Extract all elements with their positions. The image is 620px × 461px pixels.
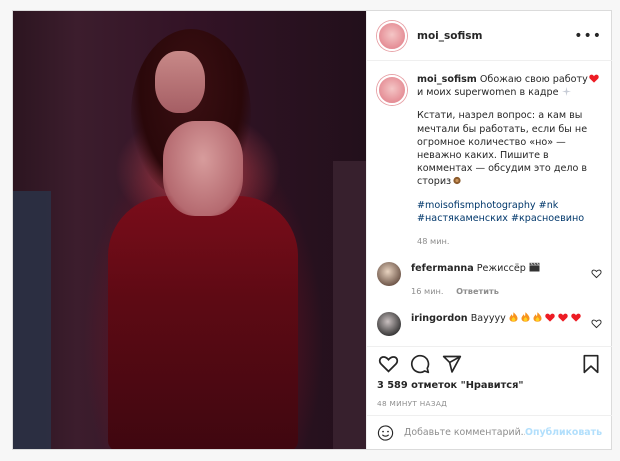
share-icon xyxy=(442,355,462,373)
comment-body: fefermanna Режиссёр 16 мин. Ответить xyxy=(411,262,586,298)
comment-time: 16 мин. xyxy=(411,286,444,297)
photo-skin xyxy=(163,121,243,216)
caption-author-avatar[interactable] xyxy=(377,75,407,105)
caption-line1: Обожаю свою работу xyxy=(479,74,588,85)
post-actions-bar xyxy=(367,346,612,380)
save-button[interactable] xyxy=(578,351,604,377)
comments-list[interactable]: moi_sofism Обожаю свою работу и моих sup… xyxy=(367,61,612,346)
emoji-icon[interactable] xyxy=(377,423,394,443)
comment-input[interactable] xyxy=(404,427,526,438)
comment-icon xyxy=(410,354,430,373)
add-comment-bar: Опубликовать xyxy=(367,415,612,449)
author-username[interactable]: moi_sofism xyxy=(417,30,482,42)
heart-icon xyxy=(378,356,398,373)
comment-username[interactable]: fefermanna xyxy=(411,263,474,274)
photo-dress xyxy=(108,196,298,449)
comment-meta: 16 мин. Ответить xyxy=(411,285,586,298)
red-heart-emoji-icon xyxy=(545,313,581,326)
comment-text: Вауууу xyxy=(470,313,506,325)
commenter-avatar[interactable] xyxy=(377,312,401,337)
comment-like-heart-icon[interactable] xyxy=(591,268,602,279)
caption-hashtags[interactable]: #moisofismphotography #nk #настякаменски… xyxy=(417,199,602,225)
post-photo[interactable] xyxy=(13,11,366,449)
instagram-post-modal: moi_sofism ••• moi_sofism Обожаю свою ра… xyxy=(12,10,612,450)
more-options-icon[interactable]: ••• xyxy=(574,29,602,43)
caption-body: moi_sofism Обожаю свою работу и моих sup… xyxy=(417,73,602,248)
caption-time: 48 мин. xyxy=(417,236,450,247)
snail-emoji-icon xyxy=(453,177,461,185)
caption: moi_sofism Обожаю свою работу и моих sup… xyxy=(377,73,602,248)
bookmark-icon xyxy=(583,354,599,373)
comment-like-heart-icon[interactable] xyxy=(591,318,602,329)
post-timestamp[interactable]: 48 МИНУТ НАЗАД xyxy=(377,399,447,408)
comment-text: Режиссёр xyxy=(476,263,526,275)
commenter-avatar[interactable] xyxy=(377,262,401,287)
sparkle-emoji-icon xyxy=(561,87,571,97)
background-panel-right xyxy=(333,161,366,449)
publish-button[interactable]: Опубликовать xyxy=(525,427,602,438)
like-button[interactable] xyxy=(375,351,401,377)
post-header: moi_sofism ••• xyxy=(367,11,612,61)
share-button[interactable] xyxy=(439,351,465,377)
background-panel-left xyxy=(13,191,51,449)
fire-emoji-icon xyxy=(509,312,542,326)
red-heart-emoji-icon xyxy=(589,74,599,83)
comment-body: iringordon Вауууу xyxy=(411,312,586,336)
clapper-emoji-icon xyxy=(529,262,540,272)
comment-button[interactable] xyxy=(407,351,433,377)
likes-count[interactable]: 3 589 отметок "Нравится" xyxy=(377,380,524,391)
comment-username[interactable]: iringordon xyxy=(411,313,468,324)
caption-paragraph-text: Кстати, назрел вопрос: а кам вы мечтали … xyxy=(417,110,588,188)
author-avatar[interactable] xyxy=(377,20,407,51)
post-sidebar: moi_sofism ••• moi_sofism Обожаю свою ра… xyxy=(366,11,612,449)
comment-item: fefermanna Режиссёр 16 мин. Ответить xyxy=(377,262,602,298)
caption-paragraph: Кстати, назрел вопрос: а кам вы мечтали … xyxy=(417,109,602,188)
comment-item: iringordon Вауууу xyxy=(377,312,602,337)
photo-face xyxy=(155,51,205,113)
caption-line1-tail: и моих superwomen в кадре xyxy=(417,87,559,99)
reply-link[interactable]: Ответить xyxy=(456,286,499,296)
caption-username[interactable]: moi_sofism xyxy=(417,74,477,85)
